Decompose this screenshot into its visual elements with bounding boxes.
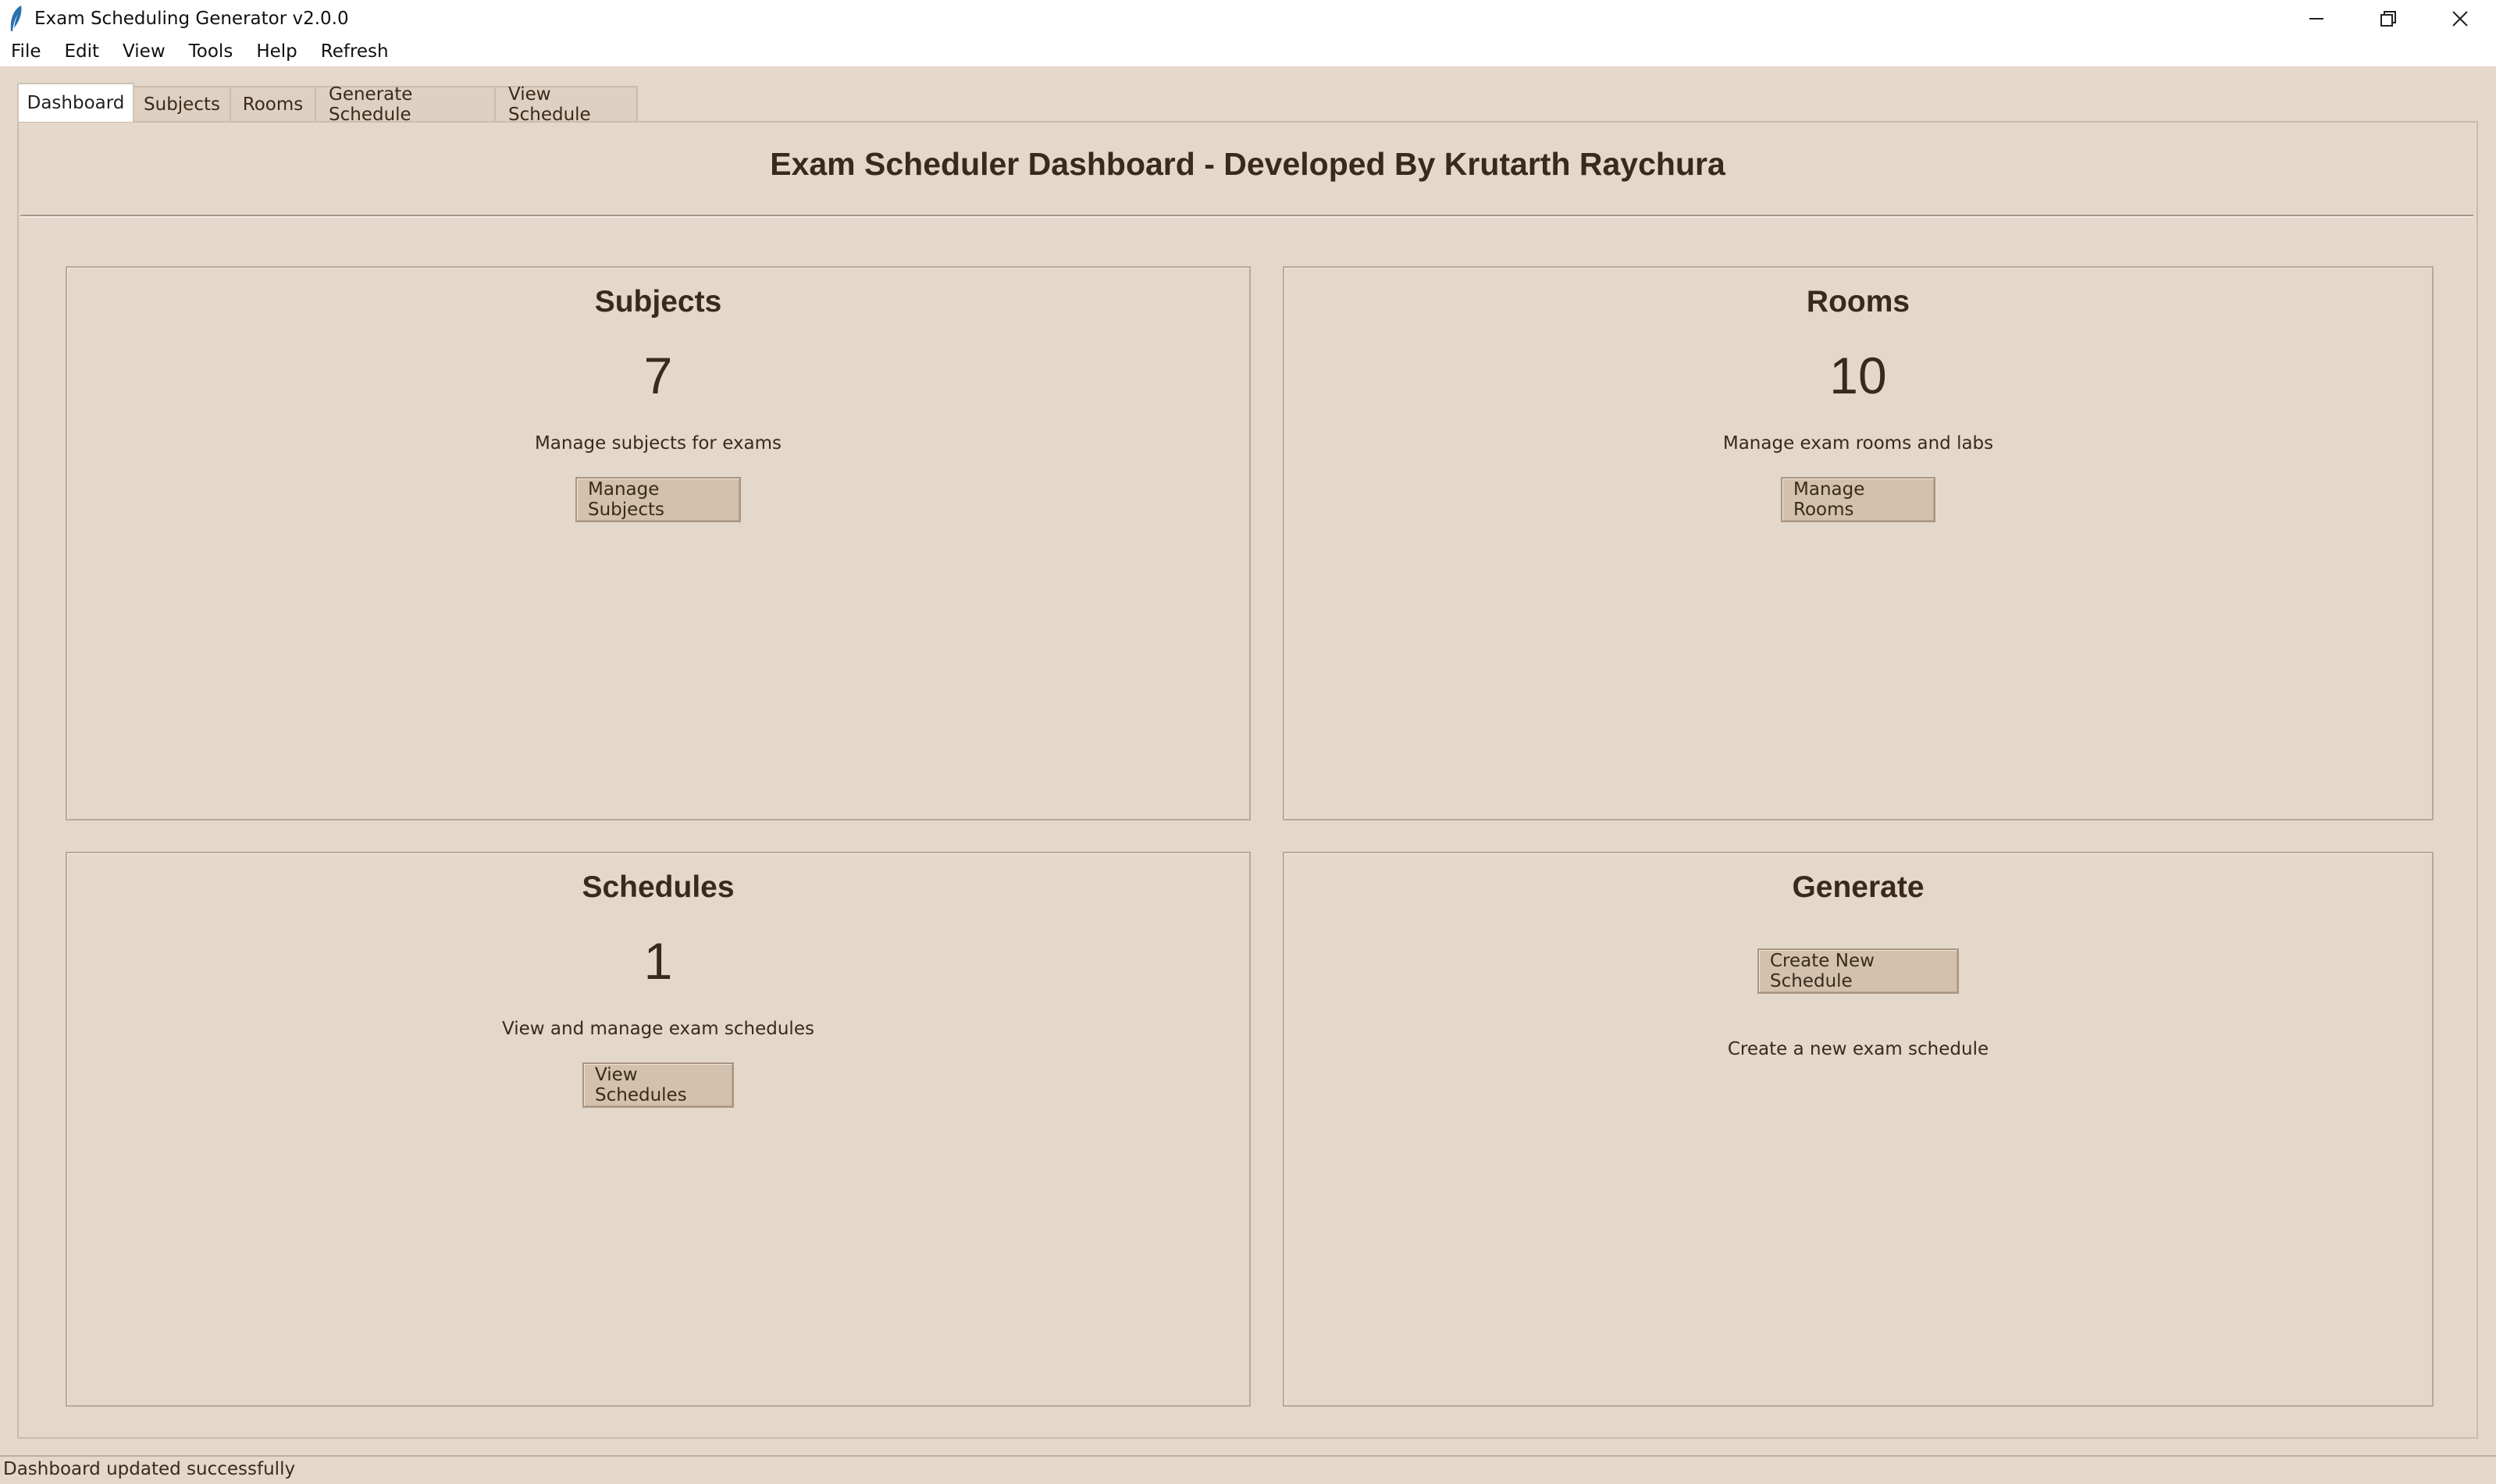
status-bar: Dashboard updated successfully xyxy=(0,1455,2496,1484)
schedules-count: 1 xyxy=(643,932,673,990)
menu-tools[interactable]: Tools xyxy=(178,37,246,66)
tab-bar: Dashboard Subjects Rooms Generate Schedu… xyxy=(17,83,638,125)
dashboard-panel: Exam Scheduler Dashboard - Developed By … xyxy=(17,121,2478,1439)
create-new-schedule-button[interactable]: Create New Schedule xyxy=(1757,948,1959,994)
generate-card-title: Generate xyxy=(1792,870,1925,904)
schedules-card: Schedules 1 View and manage exam schedul… xyxy=(66,852,1251,1407)
tab-dashboard[interactable]: Dashboard xyxy=(17,83,134,122)
schedules-description: View and manage exam schedules xyxy=(502,1019,814,1039)
generate-card: Generate Create New Schedule Create a ne… xyxy=(1283,852,2434,1407)
menu-bar: File Edit View Tools Help Refresh xyxy=(0,37,2496,66)
close-button[interactable] xyxy=(2424,0,2496,37)
menu-view[interactable]: View xyxy=(112,37,178,66)
subjects-button-row: Manage Subjects xyxy=(67,477,1249,522)
schedules-button-row: View Schedules xyxy=(67,1062,1249,1108)
subjects-count: 7 xyxy=(643,347,673,404)
rooms-description: Manage exam rooms and labs xyxy=(1722,433,1994,454)
subjects-card: Subjects 7 Manage subjects for exams Man… xyxy=(66,266,1251,820)
tab-subjects[interactable]: Subjects xyxy=(133,86,231,122)
window-title: Exam Scheduling Generator v2.0.0 xyxy=(34,8,349,29)
subjects-description: Manage subjects for exams xyxy=(534,433,782,454)
title-separator xyxy=(20,215,2473,218)
subjects-card-title: Subjects xyxy=(594,285,722,319)
schedules-card-title: Schedules xyxy=(582,870,735,904)
rooms-card: Rooms 10 Manage exam rooms and labs Mana… xyxy=(1283,266,2434,820)
restore-icon xyxy=(2380,10,2396,27)
menu-refresh[interactable]: Refresh xyxy=(310,37,401,66)
close-icon xyxy=(2452,10,2468,27)
rooms-count: 10 xyxy=(1829,347,1887,404)
view-schedules-button[interactable]: View Schedules xyxy=(582,1062,734,1108)
feather-icon xyxy=(5,3,28,34)
tab-rooms[interactable]: Rooms xyxy=(230,86,316,122)
rooms-card-title: Rooms xyxy=(1806,285,1910,319)
minimize-icon xyxy=(2309,17,2323,20)
tab-view-schedule[interactable]: View Schedule xyxy=(494,84,638,125)
app-window: Exam Scheduling Generator v2.0.0 File Ed… xyxy=(0,0,2496,1484)
tab-generate-schedule[interactable]: Generate Schedule xyxy=(315,84,496,125)
menu-help[interactable]: Help xyxy=(245,37,309,66)
manage-subjects-button[interactable]: Manage Subjects xyxy=(575,477,741,522)
window-controls xyxy=(2281,0,2496,37)
title-bar: Exam Scheduling Generator v2.0.0 xyxy=(0,0,2496,37)
generate-description: Create a new exam schedule xyxy=(1727,1039,1989,1059)
restore-button[interactable] xyxy=(2352,0,2424,37)
page-title: Exam Scheduler Dashboard - Developed By … xyxy=(770,146,1725,182)
menu-file[interactable]: File xyxy=(0,37,54,66)
manage-rooms-button[interactable]: Manage Rooms xyxy=(1781,477,1935,522)
generate-button-row: Create New Schedule xyxy=(1284,948,2432,994)
menu-edit[interactable]: Edit xyxy=(54,37,112,66)
minimize-button[interactable] xyxy=(2281,0,2352,37)
rooms-button-row: Manage Rooms xyxy=(1284,477,2432,522)
